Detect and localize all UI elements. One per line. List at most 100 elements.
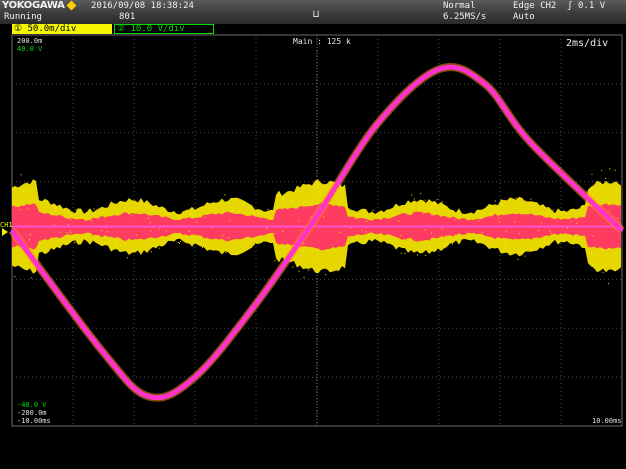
ch2-data-point: [483, 82, 486, 85]
noise-dot: [609, 210, 611, 212]
ch2-data-point: [148, 395, 151, 398]
noise-dot: [616, 218, 618, 220]
noise-dot: [298, 220, 300, 222]
noise-dot: [158, 247, 160, 249]
noise-dot: [475, 215, 477, 217]
noise-dot: [441, 201, 443, 203]
noise-dot: [248, 213, 250, 215]
noise-dot: [564, 236, 566, 238]
noise-dot: [155, 247, 157, 249]
noise-dot: [273, 240, 275, 242]
noise-dot: [419, 206, 421, 208]
noise-dot: [219, 200, 221, 202]
ch2-data-point: [621, 229, 623, 232]
noise-dot: [400, 252, 402, 254]
noise-dot: [303, 260, 305, 262]
noise-dot: [73, 240, 75, 242]
noise-dot: [505, 245, 507, 247]
noise-dot: [552, 209, 554, 211]
noise-dot: [411, 194, 413, 196]
noise-dot: [52, 204, 54, 206]
noise-dot: [541, 222, 543, 224]
noise-dot: [253, 244, 255, 246]
noise-dot: [22, 258, 24, 260]
noise-dot: [524, 213, 526, 215]
noise-dot: [159, 211, 161, 213]
noise-dot: [477, 220, 479, 222]
noise-dot: [424, 254, 426, 256]
noise-dot: [602, 271, 604, 273]
ch2-data-point: [316, 214, 318, 217]
noise-dot: [398, 220, 400, 222]
noise-dot: [352, 240, 354, 242]
noise-dot: [228, 237, 230, 239]
noise-dot: [282, 230, 284, 232]
noise-dot: [27, 208, 29, 210]
noise-dot: [505, 230, 507, 232]
noise-dot: [178, 242, 180, 244]
noise-dot: [592, 235, 594, 237]
noise-dot: [521, 242, 523, 244]
ch1-ground-arrow-icon[interactable]: [2, 228, 8, 236]
noise-dot: [70, 215, 72, 217]
noise-dot: [372, 209, 374, 211]
noise-dot: [20, 174, 22, 176]
noise-dot: [515, 197, 517, 199]
noise-dot: [267, 208, 269, 210]
noise-dot: [320, 256, 322, 258]
noise-dot: [93, 208, 95, 210]
noise-dot: [530, 249, 532, 251]
noise-dot: [59, 231, 61, 233]
noise-dot: [30, 277, 32, 279]
noise-dot: [605, 177, 607, 179]
noise-dot: [53, 224, 55, 226]
ch2-data-point: [377, 121, 379, 124]
noise-dot: [72, 237, 74, 239]
noise-dot: [591, 253, 593, 255]
noise-dot: [616, 181, 618, 183]
noise-dot: [95, 217, 97, 219]
noise-dot: [242, 205, 244, 207]
noise-dot: [222, 235, 224, 237]
ch1-top-scale: 200.0m: [17, 37, 43, 45]
noise-dot: [479, 210, 481, 212]
noise-dot: [339, 264, 341, 266]
noise-dot: [550, 232, 552, 234]
noise-dot: [292, 266, 294, 268]
noise-dot: [467, 218, 469, 220]
noise-dot: [192, 215, 194, 217]
noise-dot: [472, 233, 474, 235]
noise-dot: [363, 235, 365, 237]
noise-dot: [441, 228, 443, 230]
noise-dot: [400, 235, 402, 237]
noise-dot: [224, 194, 226, 196]
noise-dot: [191, 245, 193, 247]
noise-dot: [413, 198, 415, 200]
noise-dot: [572, 243, 574, 245]
noise-dot: [504, 243, 506, 245]
noise-dot: [115, 243, 117, 245]
time-end-label: 10.00ms: [592, 417, 622, 425]
waveform-display[interactable]: [0, 0, 626, 469]
noise-dot: [459, 214, 461, 216]
noise-dot: [302, 249, 304, 251]
noise-dot: [524, 200, 526, 202]
noise-dot: [19, 209, 21, 211]
noise-dot: [538, 230, 540, 232]
noise-dot: [436, 199, 438, 201]
time-per-div: 2ms/div: [566, 38, 609, 49]
noise-dot: [426, 241, 428, 243]
noise-dot: [70, 219, 72, 221]
noise-dot: [549, 230, 551, 232]
noise-dot: [178, 236, 180, 238]
noise-dot: [579, 214, 581, 216]
noise-dot: [499, 204, 501, 206]
noise-dot: [131, 215, 133, 217]
noise-dot: [273, 233, 275, 235]
noise-dot: [55, 207, 57, 209]
noise-dot: [310, 216, 312, 218]
noise-dot: [357, 213, 359, 215]
ch2-data-point: [194, 376, 196, 379]
noise-dot: [76, 210, 78, 212]
noise-dot: [591, 173, 593, 175]
